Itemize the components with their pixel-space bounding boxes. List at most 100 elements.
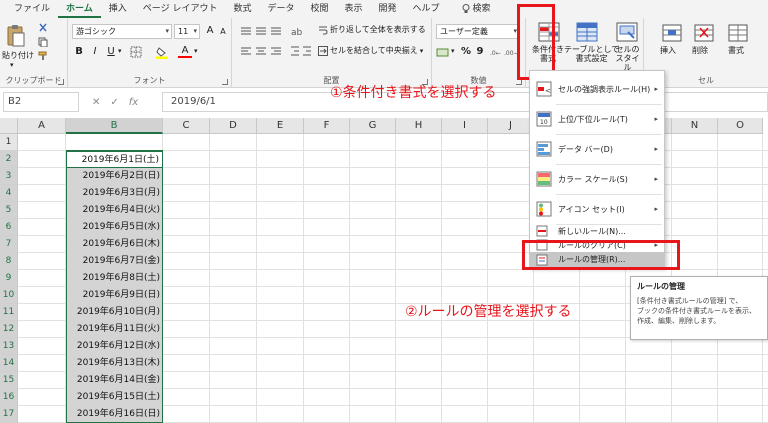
column-header-o[interactable]: O <box>718 118 763 134</box>
wrap-text-button[interactable]: 折り返して全体を表示する <box>318 24 426 35</box>
row-header-9[interactable]: 9 <box>0 270 18 287</box>
comma-button[interactable]: 9 <box>473 45 487 59</box>
font-color-button[interactable]: A <box>178 44 192 58</box>
row-header-15[interactable]: 15 <box>0 372 18 389</box>
cell-b17[interactable]: 2019年6月16日(日) <box>66 406 163 423</box>
insert-cells-icon[interactable] <box>662 24 682 42</box>
column-header-h[interactable]: H <box>396 118 442 134</box>
row-header-12[interactable]: 12 <box>0 321 18 338</box>
column-header-i[interactable]: I <box>442 118 488 134</box>
clipboard-launcher-icon[interactable] <box>58 79 64 85</box>
vertical-align-icons[interactable] <box>240 26 284 36</box>
menu-item-icon-set[interactable]: アイコン セット(I) ▸ <box>530 195 664 223</box>
tab-file[interactable]: ファイル <box>6 0 58 18</box>
grow-font-button[interactable]: A <box>203 24 217 38</box>
name-box[interactable]: B2 <box>3 92 79 112</box>
menu-item-color-scale[interactable]: カラー スケール(S) ▸ <box>530 165 664 193</box>
tab-formulas[interactable]: 数式 <box>225 0 259 18</box>
delete-cells-icon[interactable] <box>694 24 714 42</box>
format-cells-icon[interactable] <box>728 24 748 42</box>
cell-b9[interactable]: 2019年6月8日(土) <box>66 270 163 287</box>
column-header-b[interactable]: B <box>66 118 163 134</box>
underline-button[interactable]: U <box>104 45 118 59</box>
row-header-4[interactable]: 4 <box>0 185 18 202</box>
format-as-table-icon[interactable] <box>576 22 598 42</box>
insert-function-icon[interactable]: fx <box>129 97 138 108</box>
cell-b15[interactable]: 2019年6月14日(金) <box>66 372 163 389</box>
italic-button[interactable]: I <box>88 45 102 59</box>
row-header-5[interactable]: 5 <box>0 202 18 219</box>
font-size-dropdown-icon[interactable]: ▾ <box>193 25 197 38</box>
column-header-d[interactable]: D <box>210 118 257 134</box>
cell-b4[interactable]: 2019年6月3日(月) <box>66 185 163 202</box>
fill-color-icon[interactable] <box>156 46 168 59</box>
tab-home[interactable]: ホーム <box>58 0 101 18</box>
cell-styles-button[interactable]: セルの スタイル <box>612 45 643 72</box>
underline-dropdown-icon[interactable]: ▾ <box>118 47 122 55</box>
row-header-10[interactable]: 10 <box>0 287 18 304</box>
menu-item-data-bar[interactable]: データ バー(D) ▸ <box>530 135 664 163</box>
font-name-dropdown-icon[interactable]: ▾ <box>165 25 169 38</box>
number-format-combo[interactable]: ユーザー定義 ▾ <box>436 24 520 39</box>
enter-icon[interactable]: ✓ <box>110 97 118 108</box>
tab-page-layout[interactable]: ページ レイアウト <box>135 0 226 18</box>
tab-review[interactable]: 校閲 <box>302 0 336 18</box>
row-header-7[interactable]: 7 <box>0 236 18 253</box>
menu-item-new-rule[interactable]: 新しいルール(N)... <box>530 224 664 238</box>
format-cells-button[interactable]: 書式 <box>728 46 744 55</box>
cut-icon[interactable] <box>38 23 48 33</box>
row-header-16[interactable]: 16 <box>0 389 18 406</box>
tab-data[interactable]: データ <box>259 0 302 18</box>
cancel-icon[interactable]: ✕ <box>92 97 100 108</box>
tab-help[interactable]: ヘルプ <box>405 0 448 18</box>
row-header-13[interactable]: 13 <box>0 338 18 355</box>
borders-icon[interactable] <box>130 46 142 58</box>
decimal-icons[interactable]: .0← .00→ <box>490 46 518 58</box>
font-name-combo[interactable]: 游ゴシック ▾ <box>72 24 172 39</box>
format-as-table-button[interactable]: テーブルとして 書式設定 <box>564 45 619 63</box>
row-header-11[interactable]: 11 <box>0 304 18 321</box>
cell-b7[interactable]: 2019年6月6日(木) <box>66 236 163 253</box>
row-header-14[interactable]: 14 <box>0 355 18 372</box>
bold-button[interactable]: B <box>72 45 86 59</box>
row-header-6[interactable]: 6 <box>0 219 18 236</box>
column-header-a[interactable]: A <box>18 118 66 134</box>
cell-styles-icon[interactable] <box>616 22 638 42</box>
cell-b6[interactable]: 2019年6月5日(水) <box>66 219 163 236</box>
row-header-17[interactable]: 17 <box>0 406 18 423</box>
currency-icon[interactable] <box>436 46 450 58</box>
percent-button[interactable]: % <box>459 45 473 59</box>
row-header-3[interactable]: 3 <box>0 168 18 185</box>
cell-b10[interactable]: 2019年6月9日(日) <box>66 287 163 304</box>
row-header-8[interactable]: 8 <box>0 253 18 270</box>
cell-b12[interactable]: 2019年6月11日(火) <box>66 321 163 338</box>
font-color-dropdown-icon[interactable]: ▾ <box>194 47 198 55</box>
horizontal-align-icons[interactable] <box>240 46 284 56</box>
tab-developer[interactable]: 開発 <box>371 0 405 18</box>
cell-b2[interactable]: 2019年6月1日(土) <box>66 151 163 168</box>
menu-item-top-bottom[interactable]: 10 上位/下位ルール(T) ▸ <box>530 105 664 133</box>
merge-center-button[interactable]: セルを結合して中央揃え ▾ <box>318 45 423 56</box>
column-header-f[interactable]: F <box>304 118 350 134</box>
column-header-g[interactable]: G <box>350 118 396 134</box>
paste-button[interactable]: 貼り付け <box>2 51 34 60</box>
insert-cells-button[interactable]: 挿入 <box>660 46 676 55</box>
shrink-font-button[interactable]: A <box>216 25 230 39</box>
cell-b11[interactable]: 2019年6月10日(月) <box>66 304 163 321</box>
orientation-icon[interactable]: ab <box>290 25 304 37</box>
column-header-j[interactable]: J <box>488 118 534 134</box>
currency-dropdown-icon[interactable]: ▾ <box>451 47 455 55</box>
delete-cells-button[interactable]: 削除 <box>692 46 708 55</box>
cell-b8[interactable]: 2019年6月7日(金) <box>66 253 163 270</box>
paste-icon[interactable] <box>6 24 26 48</box>
font-launcher-icon[interactable] <box>222 79 228 85</box>
tab-view[interactable]: 表示 <box>337 0 371 18</box>
paste-dropdown-icon[interactable]: ▾ <box>10 61 14 69</box>
row-header-1[interactable]: 1 <box>0 134 18 151</box>
column-header-e[interactable]: E <box>257 118 304 134</box>
cell-b16[interactable]: 2019年6月15日(土) <box>66 389 163 406</box>
tab-search[interactable]: 検索 <box>454 0 499 18</box>
indent-icons[interactable] <box>290 45 314 57</box>
format-painter-icon[interactable] <box>38 51 48 61</box>
font-size-combo[interactable]: 11 ▾ <box>174 24 200 39</box>
